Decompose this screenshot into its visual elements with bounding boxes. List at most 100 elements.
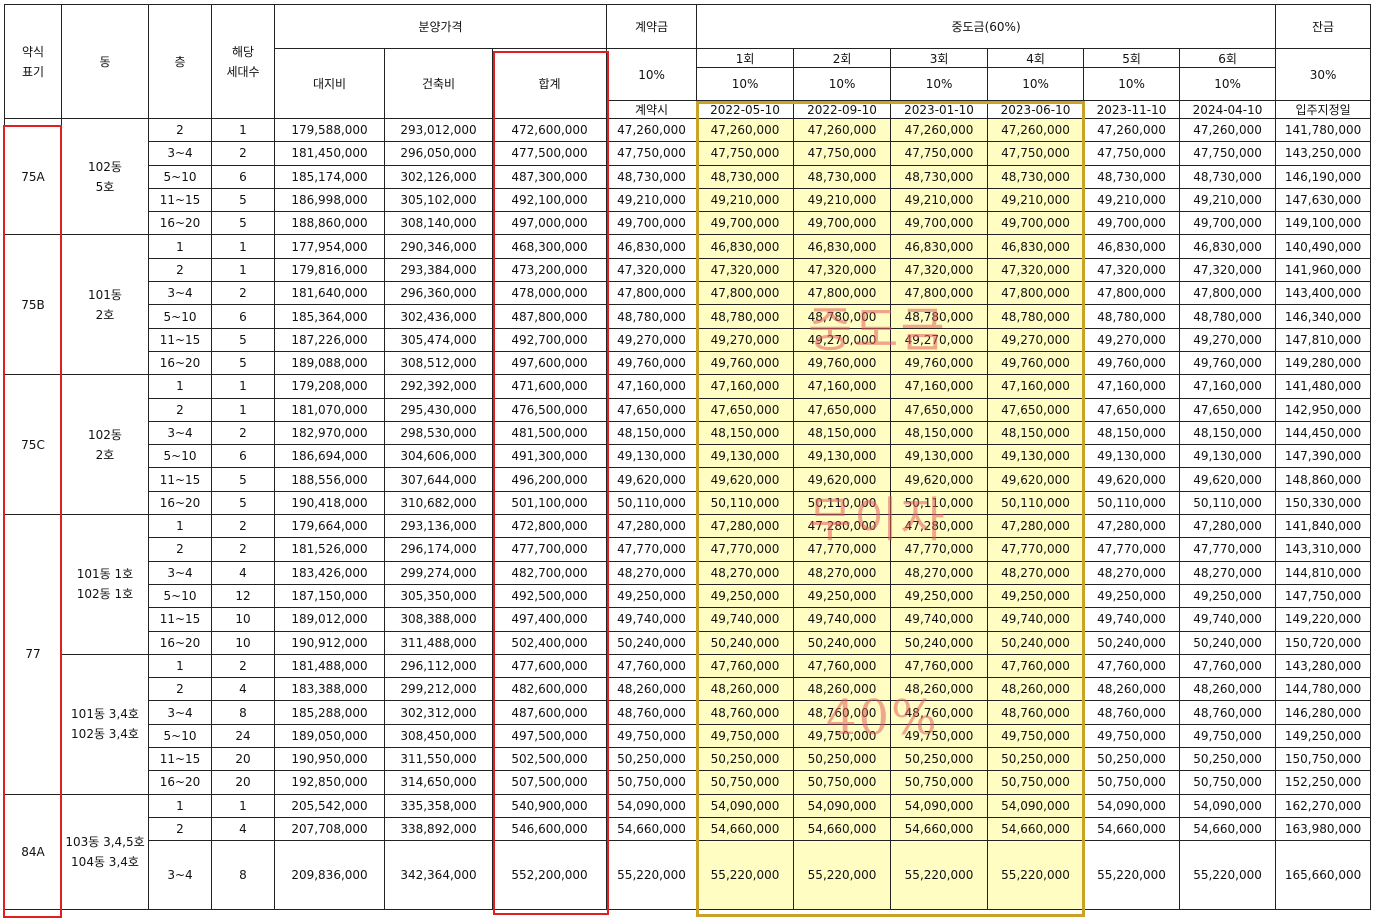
floor-cell: 16~20 — [148, 630, 212, 655]
deposit-cell: 47,280,000 — [606, 514, 698, 539]
mid-payment-cell-6: 48,780,000 — [1179, 304, 1277, 329]
floor-cell: 5~10 — [148, 444, 212, 469]
deposit-cell: 47,800,000 — [606, 281, 698, 306]
build-cell: 314,650,000 — [384, 770, 493, 795]
land-cell: 183,388,000 — [274, 677, 385, 702]
units-cell: 1 — [211, 257, 275, 283]
mid-payment-cell-5: 47,650,000 — [1083, 397, 1181, 422]
mid-payment-cell-3: 49,620,000 — [890, 467, 989, 492]
deposit-cell: 48,780,000 — [606, 304, 698, 329]
balance-cell: 147,630,000 — [1275, 187, 1372, 213]
mid-payment-cell-6: 50,240,000 — [1179, 630, 1277, 655]
deposit-cell: 49,740,000 — [606, 607, 698, 632]
balance-cell: 146,280,000 — [1275, 700, 1372, 725]
mid-payment-cell-2: 48,730,000 — [793, 164, 892, 189]
mid-payment-cell-2: 48,270,000 — [793, 560, 892, 585]
table-row: 11~15 10 189,012,000 308,388,000 497,400,000… — [5, 607, 1372, 632]
mid-payment-cell-4: 49,700,000 — [987, 211, 1085, 236]
mid-payment-cell-3: 50,110,000 — [890, 490, 989, 516]
balance-cell: 141,480,000 — [1275, 374, 1372, 399]
total-cell: 471,600,000 — [491, 374, 608, 399]
mid-payment-cell-6: 48,760,000 — [1179, 700, 1277, 725]
header-deposit-when: 계약시 — [606, 100, 698, 119]
mid-payment-cell-4: 47,650,000 — [987, 397, 1085, 422]
build-cell: 296,360,000 — [384, 281, 493, 306]
total-cell: 476,500,000 — [491, 397, 608, 422]
mid-payment-cell-5: 47,760,000 — [1083, 653, 1181, 679]
total-cell: 482,600,000 — [491, 677, 608, 702]
mid-payment-cell-1: 47,280,000 — [696, 514, 795, 539]
units-cell: 12 — [211, 583, 275, 609]
mid-payment-cell-2: 48,760,000 — [793, 700, 892, 725]
mid-payment-cell-2: 49,270,000 — [793, 327, 892, 352]
total-cell: 492,700,000 — [491, 327, 608, 352]
deposit-cell: 47,760,000 — [606, 653, 698, 679]
mid-payment-cell-3: 49,750,000 — [890, 723, 989, 749]
mid-payment-cell-3: 47,260,000 — [890, 117, 989, 143]
mid-payment-cell-5: 49,620,000 — [1083, 467, 1181, 492]
total-cell: 468,300,000 — [491, 234, 608, 259]
mid-payment-cell-2: 46,830,000 — [793, 234, 892, 259]
total-cell: 477,600,000 — [491, 653, 608, 679]
mid-payment-cell-3: 46,830,000 — [890, 234, 989, 259]
build-cell: 296,050,000 — [384, 141, 493, 166]
mid-payment-cell-5: 49,700,000 — [1083, 211, 1181, 236]
type-cell: 77 — [4, 514, 62, 795]
mid-payment-cell-4: 47,260,000 — [987, 117, 1085, 143]
mid-payment-cell-2: 50,240,000 — [793, 630, 892, 655]
build-cell: 302,126,000 — [384, 164, 493, 189]
header-round-6: 6회 — [1179, 48, 1277, 68]
floor-cell: 3~4 — [148, 281, 212, 306]
build-cell: 305,474,000 — [384, 327, 493, 352]
table-body: 75A 102동 5호 2 1 179,588,000 293,012,000 472,60… — [4, 117, 1372, 911]
type-cell: 75B — [4, 234, 62, 376]
mid-payment-cell-5: 47,320,000 — [1083, 257, 1181, 283]
header-round-3: 3회 — [890, 48, 989, 68]
header-deposit: 계약금 — [606, 4, 698, 49]
units-cell: 2 — [211, 653, 275, 679]
mid-payment-cell-6: 49,620,000 — [1179, 467, 1277, 492]
land-cell: 186,998,000 — [274, 187, 385, 213]
floor-cell: 5~10 — [148, 304, 212, 329]
land-cell: 177,954,000 — [274, 234, 385, 259]
mid-payment-cell-1: 47,160,000 — [696, 374, 795, 399]
floor-cell: 16~20 — [148, 211, 212, 236]
mid-payment-cell-5: 47,260,000 — [1083, 117, 1181, 143]
floor-cell: 11~15 — [148, 467, 212, 492]
mid-payment-cell-2: 49,250,000 — [793, 583, 892, 609]
deposit-cell: 47,650,000 — [606, 397, 698, 422]
build-cell: 292,392,000 — [384, 374, 493, 399]
deposit-cell: 49,760,000 — [606, 350, 698, 376]
mid-payment-cell-5: 48,730,000 — [1083, 164, 1181, 189]
mid-payment-cell-4: 49,750,000 — [987, 723, 1085, 749]
header-round-1: 1회 — [696, 48, 795, 68]
mid-payment-cell-5: 49,750,000 — [1083, 723, 1181, 749]
total-cell: 497,500,000 — [491, 723, 608, 749]
land-cell: 179,208,000 — [274, 374, 385, 399]
units-cell: 10 — [211, 607, 275, 632]
mid-payment-cell-6: 47,760,000 — [1179, 653, 1277, 679]
build-cell: 305,350,000 — [384, 583, 493, 609]
mid-payment-cell-4: 47,160,000 — [987, 374, 1085, 399]
mid-payment-cell-6: 47,160,000 — [1179, 374, 1277, 399]
mid-payment-cell-3: 50,240,000 — [890, 630, 989, 655]
table-row: 16~20 5 188,860,000 308,140,000 497,000,000 4… — [5, 211, 1372, 236]
total-cell: 497,000,000 — [491, 211, 608, 236]
table-row: 5~10 6 185,174,000 302,126,000 487,300,000 48… — [5, 164, 1372, 189]
deposit-cell: 47,160,000 — [606, 374, 698, 399]
total-cell: 492,100,000 — [491, 187, 608, 213]
total-cell: 552,200,000 — [491, 840, 608, 911]
mid-payment-cell-1: 54,090,000 — [696, 793, 795, 818]
header-build: 건축비 — [384, 48, 493, 119]
mid-payment-cell-2: 47,650,000 — [793, 397, 892, 422]
build-cell: 308,388,000 — [384, 607, 493, 632]
units-cell: 1 — [211, 374, 275, 399]
total-cell: 481,500,000 — [491, 420, 608, 446]
total-cell: 497,600,000 — [491, 350, 608, 376]
mid-payment-cell-3: 54,090,000 — [890, 793, 989, 818]
mid-payment-cell-1: 50,750,000 — [696, 770, 795, 795]
mid-payment-cell-2: 49,760,000 — [793, 350, 892, 376]
land-cell: 187,150,000 — [274, 583, 385, 609]
table-row: 2 4 207,708,000 338,892,000 546,600,000 54,66… — [5, 816, 1372, 842]
floor-cell: 11~15 — [148, 187, 212, 213]
